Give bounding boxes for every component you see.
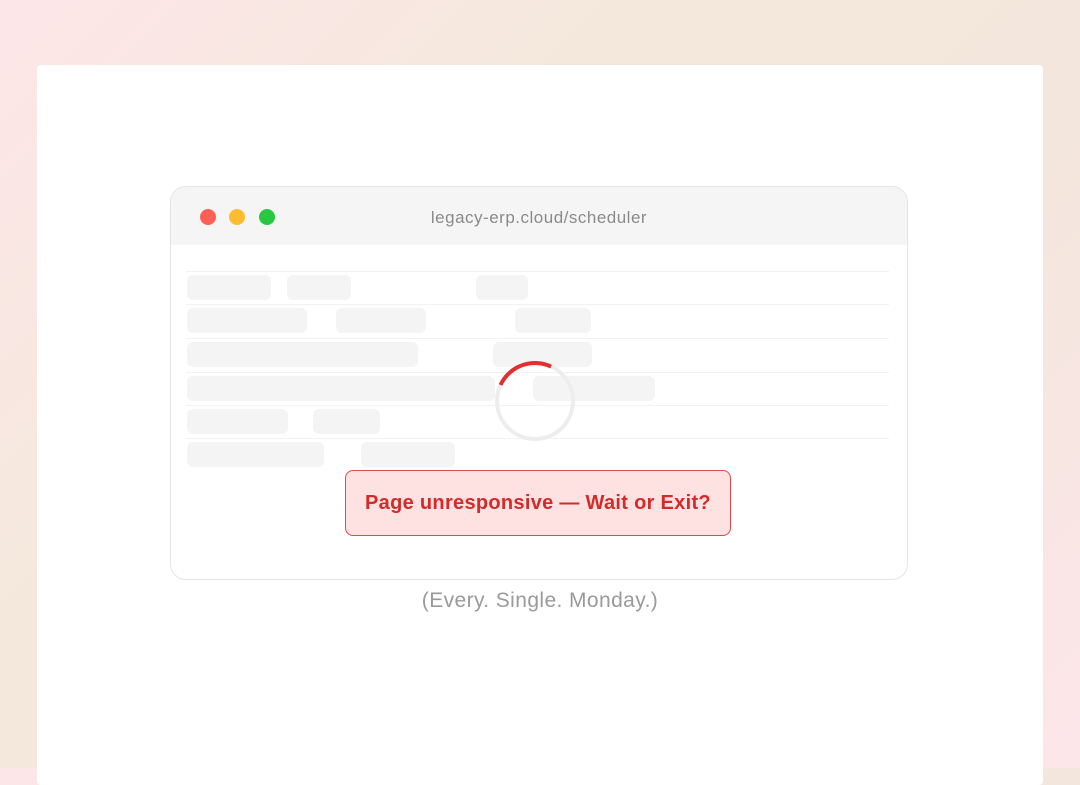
skeleton-placeholder: [187, 442, 324, 467]
row-divider: [186, 338, 889, 339]
skeleton-placeholder: [361, 442, 455, 467]
skeleton-placeholder: [515, 308, 591, 333]
address-bar-url[interactable]: legacy-erp.cloud/scheduler: [171, 208, 907, 228]
unresponsive-alert[interactable]: Page unresponsive — Wait or Exit?: [345, 470, 731, 536]
browser-window: legacy-erp.cloud/scheduler Page unrespon…: [170, 186, 908, 580]
skeleton-placeholder: [313, 409, 380, 434]
row-divider: [186, 271, 889, 272]
skeleton-placeholder: [187, 409, 288, 434]
skeleton-placeholder: [187, 275, 271, 300]
skeleton-placeholder: [187, 376, 495, 401]
skeleton-placeholder: [476, 275, 528, 300]
skeleton-placeholder: [336, 308, 426, 333]
row-divider: [186, 304, 889, 305]
page-content: Page unresponsive — Wait or Exit?: [171, 245, 907, 579]
unresponsive-alert-message: Page unresponsive — Wait or Exit?: [365, 491, 711, 514]
skeleton-placeholder: [187, 342, 418, 367]
skeleton-placeholder: [287, 275, 351, 300]
caption: (Every. Single. Monday.): [421, 589, 659, 612]
skeleton-placeholder: [187, 308, 307, 333]
browser-titlebar: legacy-erp.cloud/scheduler: [171, 187, 907, 245]
